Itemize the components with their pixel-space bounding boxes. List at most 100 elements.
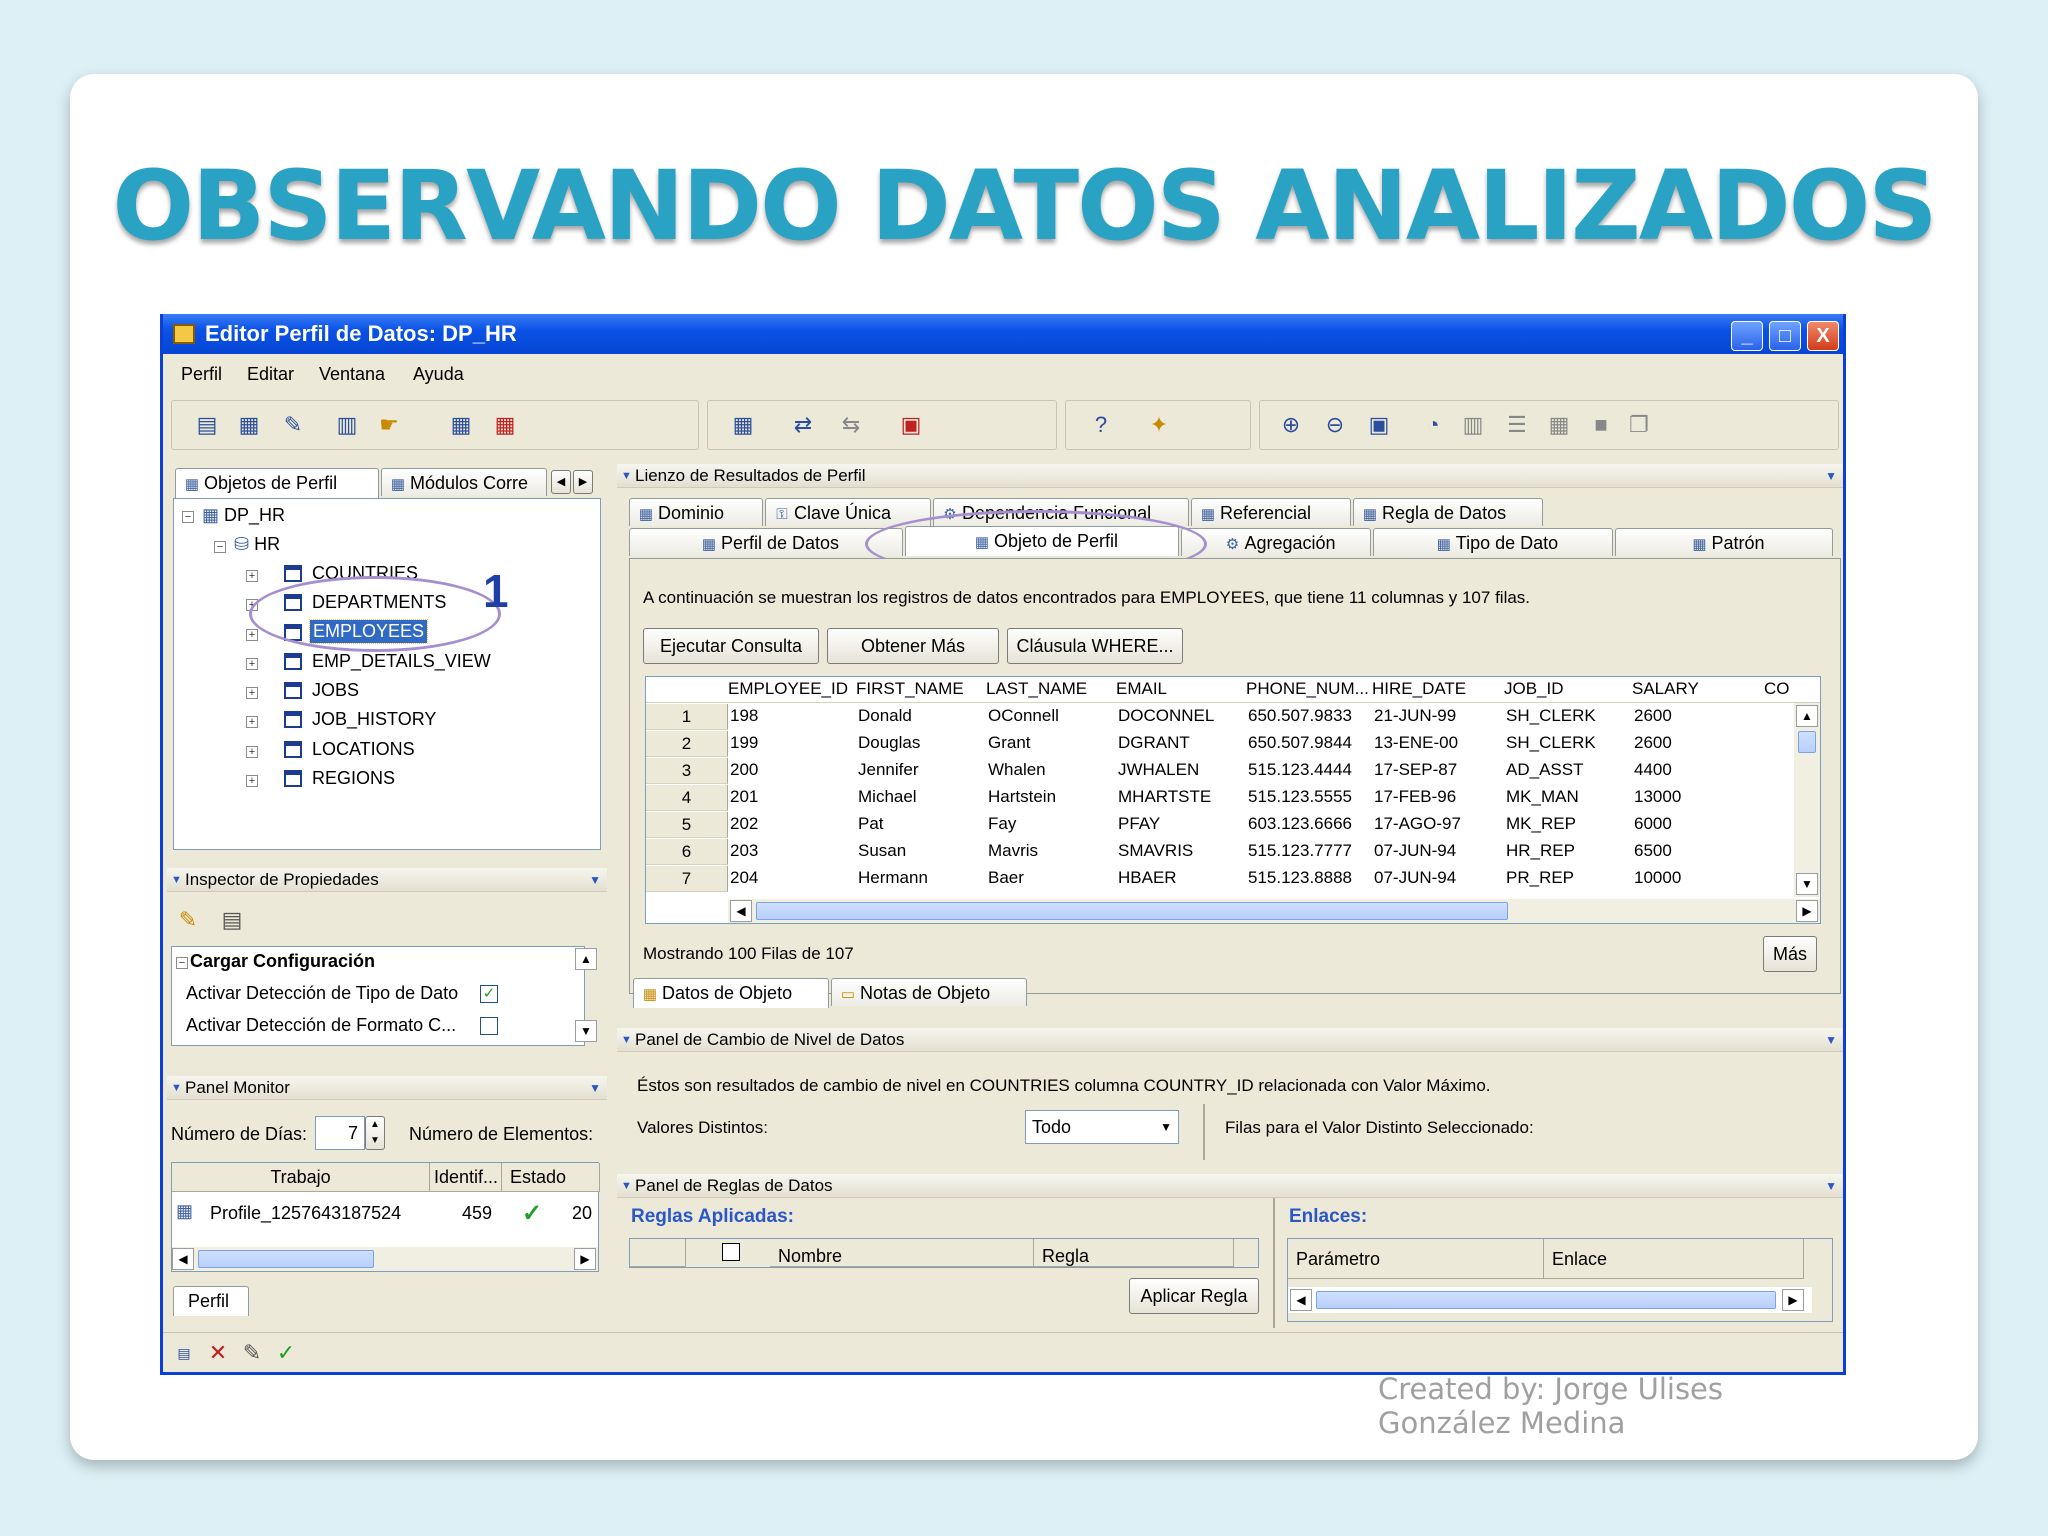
- grid-cell[interactable]: 650.507.9833: [1248, 706, 1352, 726]
- tree-node-emp-details-view[interactable]: EMP_DETAILS_VIEW: [312, 651, 491, 672]
- job-name[interactable]: Profile_1257643187524: [210, 1203, 401, 1224]
- minimize-button[interactable]: _: [1731, 321, 1763, 351]
- grid-cell[interactable]: 07-JUN-94: [1374, 841, 1456, 861]
- grid-cell[interactable]: HBAER: [1118, 868, 1177, 888]
- grid-col-header[interactable]: SALARY: [1632, 679, 1699, 699]
- grid-col-header[interactable]: LAST_NAME: [986, 679, 1087, 699]
- distinct-values-select[interactable]: Todo ▼: [1025, 1110, 1179, 1144]
- pin-icon[interactable]: ▼: [1825, 1028, 1837, 1052]
- menu-perfil[interactable]: Perfil: [181, 364, 222, 385]
- tab-objetos-de-perfil[interactable]: ▦ Objetos de Perfil: [175, 468, 379, 498]
- print-icon[interactable]: ▥: [334, 413, 360, 437]
- grid-cell[interactable]: 10000: [1634, 868, 1681, 888]
- expand-icon[interactable]: +: [246, 629, 258, 641]
- grid-row-number[interactable]: 2: [646, 731, 728, 757]
- grid-cell[interactable]: Mavris: [988, 841, 1038, 861]
- rules-header[interactable]: Panel de Reglas de Datos▼: [617, 1174, 1843, 1198]
- grid-cell[interactable]: Baer: [988, 868, 1024, 888]
- grid-cell[interactable]: AD_ASST: [1506, 760, 1583, 780]
- aplicar-regla-button[interactable]: Aplicar Regla: [1129, 1278, 1259, 1314]
- grid-cell[interactable]: 6000: [1634, 814, 1672, 834]
- col-estado[interactable]: Estado: [502, 1163, 600, 1192]
- scroll-down-button[interactable]: ▼: [575, 1020, 597, 1042]
- grid-cell[interactable]: 198: [730, 706, 758, 726]
- grid-cell[interactable]: 515.123.5555: [1248, 787, 1352, 807]
- grid-cell[interactable]: 203: [730, 841, 758, 861]
- inspector-header[interactable]: Inspector de Propiedades▼: [167, 868, 607, 892]
- grid-row-number[interactable]: 5: [646, 812, 728, 838]
- zoom-in-icon[interactable]: ⊕: [1278, 413, 1304, 437]
- window-titlebar[interactable]: Editor Perfil de Datos: DP_HR _ □ X: [163, 314, 1843, 354]
- grid-cell[interactable]: SH_CLERK: [1506, 733, 1596, 753]
- pin-icon[interactable]: ▼: [1825, 464, 1837, 488]
- pencil-icon[interactable]: ✎: [239, 1341, 265, 1365]
- scroll-up-button[interactable]: ▲: [575, 948, 597, 970]
- scroll-thumb[interactable]: [756, 902, 1508, 920]
- expand-icon[interactable]: +: [246, 658, 258, 670]
- obtener-mas-button[interactable]: Obtener Más: [827, 628, 999, 664]
- grid-cell[interactable]: 13-ENE-00: [1374, 733, 1458, 753]
- tree-node-jobs[interactable]: JOBS: [312, 680, 359, 701]
- pin-icon[interactable]: ▼: [589, 868, 601, 892]
- grid-cell[interactable]: 199: [730, 733, 758, 753]
- grid-cell[interactable]: MK_REP: [1506, 814, 1576, 834]
- grid-cell[interactable]: 515.123.4444: [1248, 760, 1352, 780]
- scroll-down-button[interactable]: ▼: [1796, 873, 1818, 895]
- help-icon[interactable]: ?: [1088, 413, 1114, 437]
- col-enlace[interactable]: Enlace: [1544, 1239, 1804, 1279]
- days-spinner-arrows[interactable]: ▲ ▼: [365, 1116, 385, 1150]
- grid-cell[interactable]: Jennifer: [858, 760, 918, 780]
- collapse-icon[interactable]: −: [182, 511, 194, 523]
- grid-cell[interactable]: Hartstein: [988, 787, 1056, 807]
- grid-cell[interactable]: MK_MAN: [1506, 787, 1579, 807]
- tab-datos-de-objeto[interactable]: ▦ Datos de Objeto: [633, 978, 829, 1008]
- zoom-out-icon[interactable]: ⊖: [1322, 413, 1348, 437]
- binary-icon[interactable]: ▤: [171, 1341, 197, 1365]
- pin-icon[interactable]: ▼: [589, 1076, 601, 1100]
- collapse-icon[interactable]: −: [214, 541, 226, 553]
- grid-cell[interactable]: DOCONNEL: [1118, 706, 1214, 726]
- collapse-icon[interactable]: −: [176, 957, 188, 969]
- grid-cell[interactable]: 21-JUN-99: [1374, 706, 1456, 726]
- scroll-left-button[interactable]: ◀: [1290, 1289, 1312, 1311]
- grid-cell[interactable]: PR_REP: [1506, 868, 1574, 888]
- grid-cell[interactable]: Whalen: [988, 760, 1046, 780]
- clausula-where-button[interactable]: Cláusula WHERE...: [1007, 628, 1183, 664]
- grid-cell[interactable]: 200: [730, 760, 758, 780]
- tree-node-schema[interactable]: ⛁ HR: [234, 534, 280, 555]
- grid-cell[interactable]: Grant: [988, 733, 1031, 753]
- col-identif[interactable]: Identif...: [430, 1163, 502, 1192]
- arrows-icon[interactable]: ⇆: [838, 413, 864, 437]
- scroll-left-button[interactable]: ◀: [172, 1248, 194, 1270]
- grid-cell[interactable]: PFAY: [1118, 814, 1160, 834]
- grid-cell[interactable]: 603.123.6666: [1248, 814, 1352, 834]
- filter-icon[interactable]: ✎: [175, 908, 201, 932]
- grid-cell[interactable]: 17-AGO-97: [1374, 814, 1461, 834]
- grid-col-header[interactable]: EMPLOYEE_ID: [728, 679, 848, 699]
- grid-cell[interactable]: DGRANT: [1118, 733, 1190, 753]
- ejecutar-consulta-button[interactable]: Ejecutar Consulta: [643, 628, 819, 664]
- grid-cell[interactable]: 17-FEB-96: [1374, 787, 1456, 807]
- grid-col-header[interactable]: PHONE_NUM...: [1246, 679, 1369, 699]
- remove-table-icon[interactable]: ▦: [492, 413, 518, 437]
- panel-icon[interactable]: ■: [1588, 413, 1614, 437]
- grid-cell[interactable]: Susan: [858, 841, 906, 861]
- grid-cell[interactable]: OConnell: [988, 706, 1059, 726]
- col-regla[interactable]: Regla: [1034, 1239, 1234, 1267]
- grid-row-number[interactable]: 1: [646, 704, 728, 730]
- tree-node-root[interactable]: ▦ DP_HR: [202, 505, 285, 526]
- tree-node-job-history[interactable]: JOB_HISTORY: [312, 709, 436, 730]
- hand-icon[interactable]: ☛: [376, 413, 402, 437]
- grid-cell[interactable]: 515.123.7777: [1248, 841, 1352, 861]
- results-header[interactable]: Lienzo de Resultados de Perfil▼: [617, 464, 1843, 488]
- scroll-up-button[interactable]: ▲: [1796, 705, 1818, 727]
- grid-cell[interactable]: 4400: [1634, 760, 1672, 780]
- grid-row-number[interactable]: 4: [646, 785, 728, 811]
- close-button[interactable]: X: [1807, 321, 1839, 351]
- grid-cell[interactable]: 13000: [1634, 787, 1681, 807]
- grid-icon[interactable]: ▦: [1546, 413, 1572, 437]
- list-icon[interactable]: ☰: [1504, 413, 1530, 437]
- expand-icon[interactable]: +: [246, 746, 258, 758]
- tab-regla-de-datos[interactable]: ▦ Regla de Datos: [1353, 498, 1543, 526]
- tree-node-locations[interactable]: LOCATIONS: [312, 739, 415, 760]
